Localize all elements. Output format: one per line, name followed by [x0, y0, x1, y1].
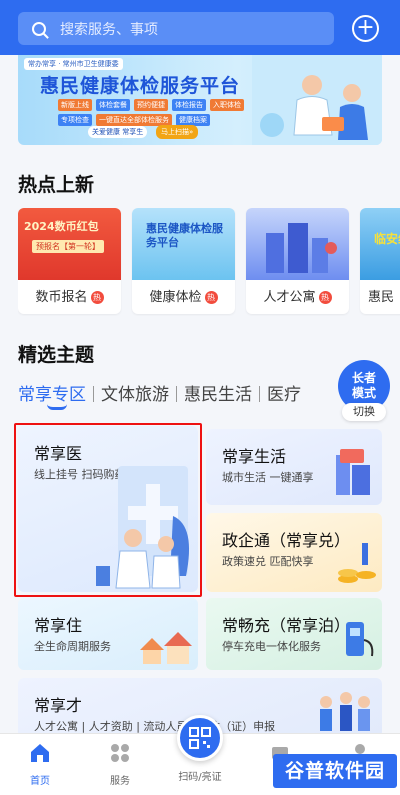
nav-label: 扫码/亮证 [178, 772, 222, 783]
tab-divider [93, 386, 94, 402]
banner-tag: 专项检查 [58, 114, 92, 126]
qr-icon [189, 727, 211, 749]
hot-card-talent-apartment[interactable]: 人才公寓热 [246, 208, 349, 314]
card-city-life[interactable]: 常享生活 城市生活 一键通享 [206, 429, 382, 505]
nav-label: 首页 [30, 776, 50, 787]
card-title: 常享生活 [222, 447, 287, 466]
city-illustration [336, 449, 370, 495]
banner-tag: 入职体检 [210, 99, 244, 111]
banner-cta-button[interactable]: 马上扫描» [156, 125, 199, 139]
scan-button[interactable] [177, 715, 223, 761]
hot-badge: 热 [204, 291, 218, 304]
people-illustration [320, 692, 370, 731]
banner-tag: 体检套餐 [96, 99, 130, 111]
tab-medical[interactable]: 医疗 [267, 380, 308, 405]
tab-changxiang[interactable]: 常享专区 [18, 380, 93, 405]
hot-card-coupon[interactable]: 2024数币红包 预报名【第一轮】 数币报名热 [18, 208, 121, 314]
hot-card-image-text: 临安纯玩 [374, 232, 400, 246]
card-charging[interactable]: 常畅充（常享泊） 停车充电一体化服务 [206, 598, 382, 670]
banner-tag: 体检报告 [172, 99, 206, 111]
hot-card-checkup[interactable]: 惠民健康体检服务平台 健康体检热 [132, 208, 235, 314]
doctor-illustration [252, 55, 382, 145]
watermark-logo: 谷普软件园 [273, 754, 397, 788]
section-title-hot: 热点上新 [18, 174, 95, 196]
hot-card-image [246, 208, 349, 280]
hot-card-image: 2024数币红包 预报名【第一轮】 [18, 208, 121, 280]
card-housing[interactable]: 常享住 全生命周期服务 [18, 598, 198, 670]
hot-card-benefit[interactable]: 临安纯玩 惠民 [360, 208, 400, 314]
home-icon [31, 744, 49, 762]
card-title: 常畅充（常享泊） [222, 616, 351, 635]
hot-card-label: 人才公寓热 [246, 286, 349, 305]
hot-list: 2024数币红包 预报名【第一轮】 数币报名热 惠民健康体检服务平台 健康体检热… [18, 208, 400, 316]
hot-card-image-subtext: 预报名【第一轮】 [32, 240, 104, 253]
nav-label: 服务 [110, 776, 130, 787]
add-button[interactable]: + [352, 15, 379, 42]
grid-icon [111, 744, 129, 762]
hot-card-image-text: 惠民健康体检服务平台 [146, 222, 223, 249]
selection-highlight [14, 423, 202, 597]
nav-home[interactable]: 首页 [5, 734, 75, 795]
elder-mode-toggle[interactable]: 长者 模式 切换 [336, 360, 392, 422]
building-illustration [266, 223, 337, 273]
banner-tag: 新版上线 [58, 99, 92, 111]
banner-title: 惠民健康体检服务平台 [40, 75, 241, 97]
banner-slogan: 关爱健康 常享生 [88, 126, 148, 138]
hot-card-label: 数币报名热 [18, 286, 121, 305]
banner-tag: 预约便捷 [134, 99, 168, 111]
banner-org: 常办常享 · 常州市卫生健康委 [24, 58, 123, 70]
hot-card-image: 惠民健康体检服务平台 [132, 208, 235, 280]
card-subtitle: 人才公寓 | 人才资助 | 流动人员 | 居住（证）申报 [34, 720, 276, 733]
card-subtitle: 政策速兑 匹配快享 [222, 555, 314, 568]
hot-card-image-text: 2024数币红包 [24, 220, 99, 233]
section-title-themes: 精选主题 [18, 344, 95, 366]
tab-divider [176, 386, 177, 402]
tab-benefit-life[interactable]: 惠民生活 [184, 380, 259, 405]
promo-banner[interactable]: 常办常享 · 常州市卫生健康委 惠民健康体检服务平台 新版上线 体检套餐 预约便… [18, 55, 382, 145]
hot-card-image: 临安纯玩 [360, 208, 400, 280]
coins-illustration [338, 543, 376, 583]
nav-service[interactable]: 服务 [85, 734, 155, 795]
hot-card-label: 健康体检热 [132, 286, 235, 305]
hot-badge: 热 [90, 291, 104, 304]
card-subtitle: 停车充电一体化服务 [222, 640, 321, 653]
houses-illustration [140, 632, 192, 664]
card-subtitle: 城市生活 一键通享 [222, 471, 314, 484]
charger-illustration [346, 622, 374, 657]
search-placeholder: 搜索服务、事项 [60, 21, 158, 38]
elder-switch-button[interactable]: 切换 [342, 403, 386, 421]
search-icon [32, 21, 46, 36]
tab-culture-travel[interactable]: 文体旅游 [101, 380, 176, 405]
search-input[interactable]: 搜索服务、事项 [18, 12, 334, 45]
card-title: 常享才 [34, 696, 83, 715]
banner-tags: 新版上线 体检套餐 预约便捷 体检报告 入职体检 专项检查 一键直达全部体检服务… [58, 99, 248, 126]
card-title: 常享住 [34, 616, 83, 635]
hot-card-label: 惠民 [368, 290, 395, 305]
card-gov-enterprise[interactable]: 政企通（常享兑） 政策速兑 匹配快享 [206, 513, 382, 592]
plus-icon: + [356, 15, 375, 40]
hot-badge: 热 [318, 291, 332, 304]
top-header: 搜索服务、事项 + [0, 0, 400, 55]
card-subtitle: 全生命周期服务 [34, 640, 111, 653]
tab-divider [259, 386, 260, 402]
active-tab-indicator [47, 404, 67, 410]
card-title: 政企通（常享兑） [222, 531, 351, 550]
